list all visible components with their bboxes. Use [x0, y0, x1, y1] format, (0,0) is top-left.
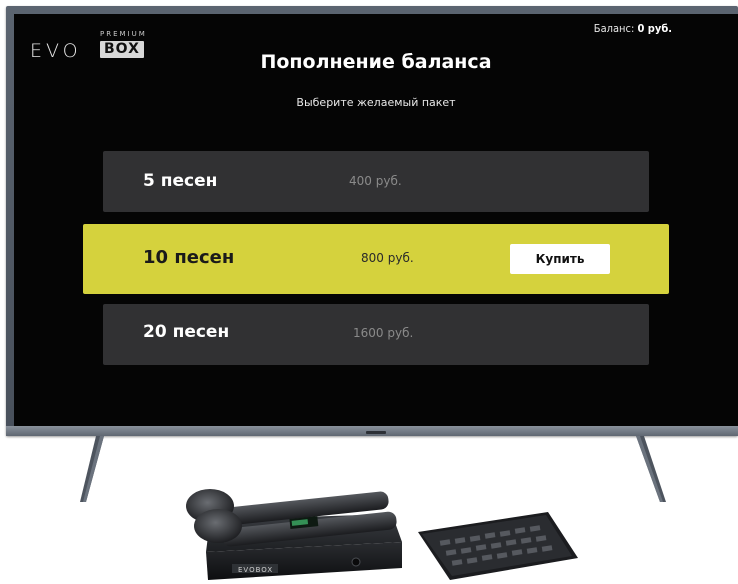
logo-premium-text: PREMIUM: [100, 30, 147, 38]
package-name: 20 песен: [143, 322, 230, 342]
package-price: 800 руб.: [361, 251, 414, 265]
page-subtitle: Выберите желаемый пакет: [296, 96, 456, 109]
package-price: 1600 руб.: [353, 326, 414, 340]
buy-button[interactable]: Купить: [510, 244, 610, 274]
remote-control: [418, 512, 578, 580]
balance-label: Баланс:: [593, 22, 635, 35]
package-name: 10 песен: [143, 247, 235, 268]
package-price: 400 руб.: [349, 174, 402, 188]
balance-value: 0 руб.: [637, 22, 672, 35]
box-logo: EVOBOX: [238, 566, 273, 574]
page-title: Пополнение баланса: [260, 51, 492, 73]
package-20-songs[interactable]: 20 песен 1600 руб.: [103, 304, 649, 365]
package-5-songs[interactable]: 5 песен 400 руб.: [103, 151, 649, 212]
tv-screen: PREMIUM EVO BOX Баланс: 0 руб. Пополнени…: [14, 14, 738, 426]
tv-ir-sensor: [366, 431, 386, 434]
package-name: 5 песен: [143, 171, 218, 191]
device-illustration: EVOBOX: [186, 489, 578, 580]
balance-display: Баланс: 0 руб.: [594, 22, 672, 35]
package-10-songs[interactable]: 10 песен 800 руб. Купить: [83, 224, 669, 294]
